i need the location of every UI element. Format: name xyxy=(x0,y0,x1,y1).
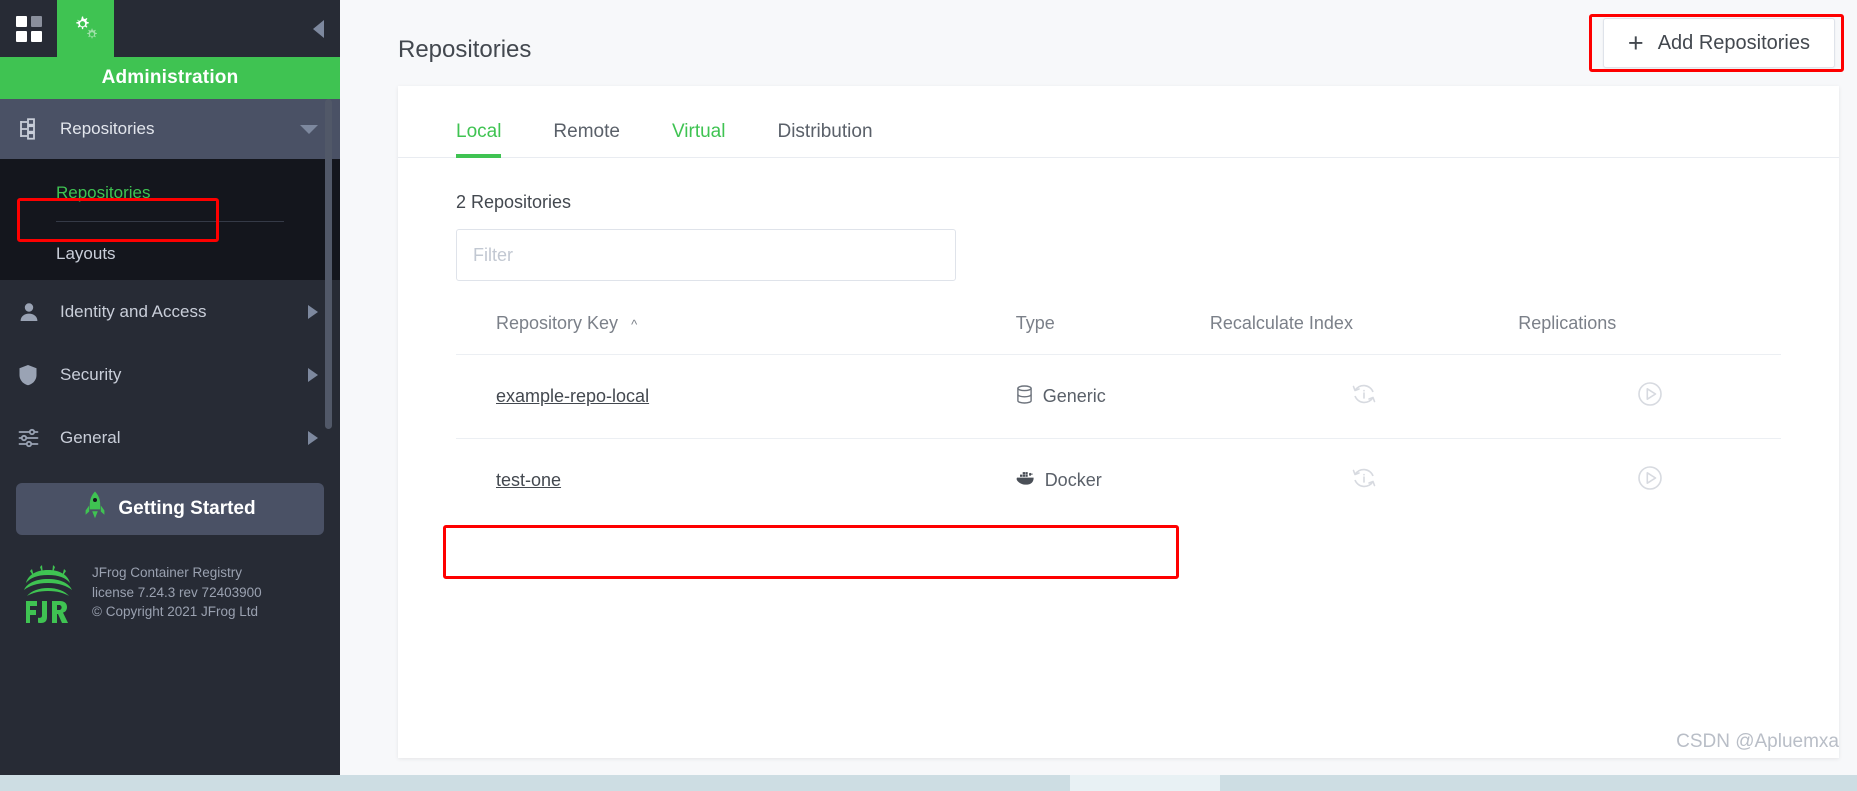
cell-replications xyxy=(1518,438,1781,522)
rocket-icon xyxy=(84,491,106,527)
repositories-card: Local Remote Virtual Distribution 2 Repo… xyxy=(398,86,1839,758)
sidebar-nav: Repositories Repositories Layouts Identi… xyxy=(0,99,340,775)
cell-repository-key: test-one xyxy=(456,438,1016,522)
cell-recalculate-index xyxy=(1209,354,1519,439)
sidebar-item-layouts[interactable]: Layouts xyxy=(0,228,340,280)
administration-gears-button[interactable] xyxy=(57,0,114,57)
sidebar-topbar xyxy=(0,0,340,57)
column-replications: Replications xyxy=(1518,313,1781,355)
chevron-right-icon xyxy=(308,430,318,445)
tab-distribution[interactable]: Distribution xyxy=(777,121,872,157)
column-type-label: Type xyxy=(1015,313,1055,333)
chevron-right-icon xyxy=(308,304,318,319)
filter-input[interactable] xyxy=(456,229,956,281)
user-icon xyxy=(18,301,52,323)
sidebar-item-identity-label: Identity and Access xyxy=(60,301,207,321)
chevron-down-icon xyxy=(300,124,318,134)
cell-recalculate-index xyxy=(1209,438,1519,522)
cell-repository-key: example-repo-local xyxy=(456,354,1016,439)
sidebar-item-security-label: Security xyxy=(60,364,122,384)
recalculate-index-icon[interactable] xyxy=(1349,468,1379,497)
column-repository-key-label: Repository Key xyxy=(496,313,619,333)
play-circle-icon[interactable] xyxy=(1635,466,1665,497)
recalculate-index-icon[interactable] xyxy=(1349,384,1379,413)
table-header-row: Repository Key ^ Type Recalculate Index … xyxy=(456,313,1781,355)
sidebar-item-general-label: General xyxy=(60,427,121,447)
sidebar-item-repositories-label: Repositories xyxy=(56,183,151,202)
footer-copyright: © Copyright 2021 JFrog Ltd xyxy=(92,604,259,620)
repository-count: 2 Repositories xyxy=(456,192,572,212)
database-icon xyxy=(1016,384,1033,409)
repository-link[interactable]: test-one xyxy=(496,470,561,490)
footer-product: JFrog Container Registry xyxy=(92,565,243,580)
gears-icon xyxy=(75,16,97,38)
bottom-strip xyxy=(0,775,1857,791)
plus-icon: + xyxy=(1627,27,1644,58)
shield-icon xyxy=(18,364,52,386)
sidebar-group-repositories[interactable]: Repositories xyxy=(0,99,340,159)
table-row[interactable]: example-repo-local Generic xyxy=(456,354,1781,439)
grid-icon xyxy=(15,15,42,42)
tab-virtual[interactable]: Virtual xyxy=(672,121,726,157)
sidebar-item-security[interactable]: Security xyxy=(0,343,340,406)
footer-license: license 7.24.3 rev 72403900 xyxy=(92,584,262,600)
sidebar-group-label: Repositories xyxy=(60,119,155,138)
sidebar-footer: JFrog Container Registry license 7.24.3 … xyxy=(0,535,340,630)
chevron-right-icon xyxy=(308,367,318,382)
collapse-left-icon[interactable] xyxy=(313,19,324,38)
sidebar-item-layouts-label: Layouts xyxy=(56,244,116,263)
add-repositories-label: Add Repositories xyxy=(1657,31,1810,54)
sliders-icon xyxy=(18,428,52,448)
footer-text: JFrog Container Registry license 7.24.3 … xyxy=(92,563,262,622)
cell-replications xyxy=(1518,354,1781,439)
sidebar-item-repositories[interactable]: Repositories xyxy=(0,167,340,219)
sidebar-subnav: Repositories Layouts xyxy=(0,159,340,280)
repository-tree-icon xyxy=(18,118,52,140)
column-replications-label: Replications xyxy=(1518,313,1617,333)
sidebar-item-general[interactable]: General xyxy=(0,406,340,469)
column-recalculate-index: Recalculate Index xyxy=(1210,313,1518,355)
getting-started-button[interactable]: Getting Started xyxy=(16,483,324,535)
administration-banner: Administration xyxy=(0,57,340,99)
tab-distribution-label: Distribution xyxy=(777,121,873,142)
page-title: Repositories xyxy=(398,36,532,63)
grid-apps-button[interactable] xyxy=(0,0,57,57)
table-body: example-repo-local Generic test-one Dock… xyxy=(456,354,1781,522)
card-body: 2 Repositories Repository Key ^ Type xyxy=(398,158,1839,522)
jfrog-logo xyxy=(18,563,78,630)
tab-remote[interactable]: Remote xyxy=(553,121,620,157)
sidebar: Administration Repositories Repositories… xyxy=(0,0,340,775)
chevron-up-icon: ^ xyxy=(631,317,638,332)
column-type[interactable]: Type xyxy=(1016,313,1210,355)
play-circle-icon[interactable] xyxy=(1635,382,1665,413)
column-repository-key[interactable]: Repository Key ^ xyxy=(456,313,1016,355)
type-label: Docker xyxy=(1044,470,1102,490)
getting-started-label: Getting Started xyxy=(118,498,256,519)
sidebar-item-identity-and-access[interactable]: Identity and Access xyxy=(0,280,340,343)
column-recalculate-index-label: Recalculate Index xyxy=(1209,313,1353,333)
docker-whale-icon xyxy=(1016,470,1035,491)
tab-local[interactable]: Local xyxy=(456,121,502,158)
tab-local-label: Local xyxy=(456,121,502,142)
table-row[interactable]: test-one Docker xyxy=(456,438,1781,522)
main-content: Repositories + Add Repositories Local Re… xyxy=(340,0,1857,775)
sidebar-scrollbar-thumb[interactable] xyxy=(325,99,332,429)
app-root: Administration Repositories Repositories… xyxy=(0,0,1857,791)
subnav-divider xyxy=(56,221,284,222)
watermark: CSDN @Apluemxa xyxy=(1676,731,1839,752)
add-repositories-button[interactable]: + Add Repositories xyxy=(1602,18,1835,68)
cell-type: Docker xyxy=(1015,438,1210,522)
sidebar-scrollbar[interactable] xyxy=(325,99,336,775)
tab-remote-label: Remote xyxy=(553,121,620,142)
cell-type: Generic xyxy=(1015,354,1210,439)
table-header: Repository Key ^ Type Recalculate Index … xyxy=(456,313,1781,355)
repositories-table: Repository Key ^ Type Recalculate Index … xyxy=(456,313,1781,522)
administration-label: Administration xyxy=(101,67,239,88)
repository-link[interactable]: example-repo-local xyxy=(496,386,649,406)
type-label: Generic xyxy=(1042,386,1106,406)
repository-type-tabs: Local Remote Virtual Distribution xyxy=(398,86,1839,158)
tab-virtual-label: Virtual xyxy=(671,121,726,142)
